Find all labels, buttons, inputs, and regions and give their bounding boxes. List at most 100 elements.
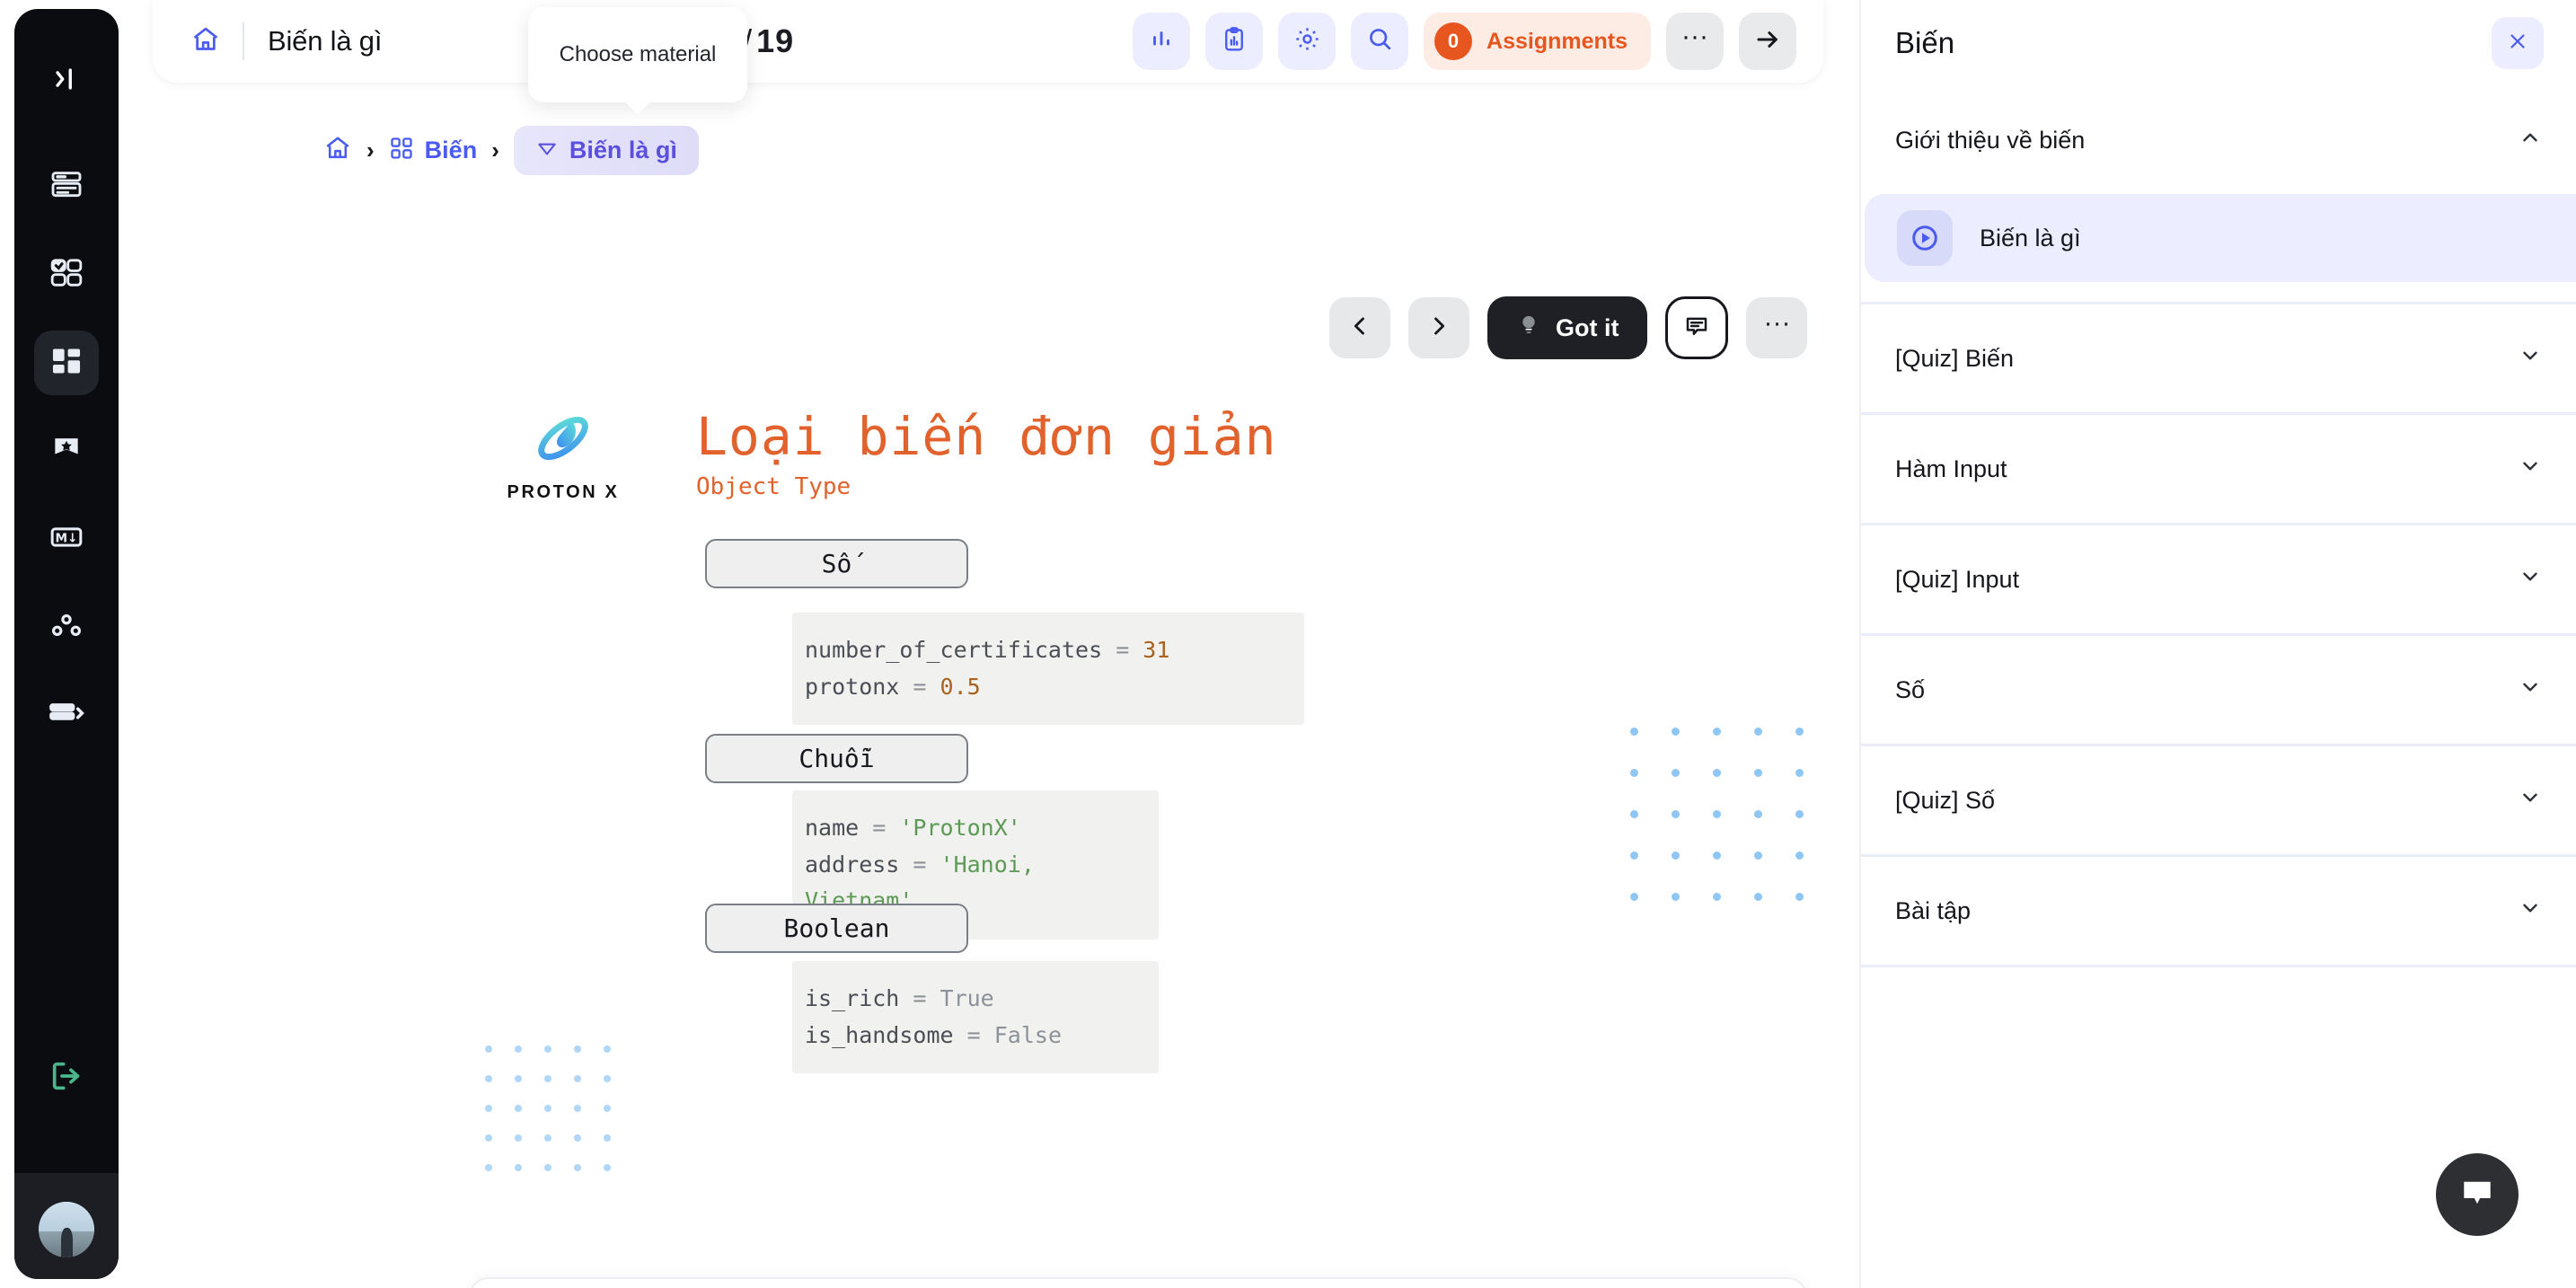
settings-button[interactable] (1278, 13, 1337, 70)
breadcrumb-separator-2: › (491, 137, 499, 163)
next-slide-button[interactable] (1408, 297, 1469, 358)
outline-section-label: Bài tập (1895, 896, 1972, 924)
breadcrumb-item-bien-la-gi[interactable]: Biến là gì (513, 126, 699, 175)
outline-section-ham-input: Hàm Input (1861, 415, 2576, 525)
chevron-right-icon (1426, 313, 1451, 343)
left-sidebar: M↓ (14, 9, 119, 1279)
close-panel-button[interactable] (2492, 17, 2544, 69)
panel-header: Biến (1861, 0, 2576, 86)
top-tools: 0 Assignments ··· (1133, 13, 1796, 70)
outline-section-quiz-so: [Quiz] Số (1861, 746, 2576, 857)
breadcrumb-item-bien[interactable]: Biến (389, 136, 478, 165)
assignments-button[interactable]: 0 Assignments (1424, 13, 1651, 70)
prev-slide-button[interactable] (1329, 297, 1390, 358)
chevron-down-icon (2519, 675, 2542, 704)
assignments-label: Assignments (1486, 28, 1628, 54)
checkbox-grid-icon (49, 255, 84, 296)
chevron-up-icon (2519, 126, 2542, 154)
grid-icon (389, 136, 414, 165)
code-line: is_handsome = False (805, 1021, 1062, 1048)
type-label-chuoi: Chuỗi (705, 734, 968, 783)
avatar[interactable] (39, 1202, 94, 1257)
chevron-down-icon (2519, 454, 2542, 483)
comment-button[interactable] (1665, 296, 1729, 359)
more-options-button[interactable]: ··· (1666, 13, 1724, 70)
search-button[interactable] (1351, 13, 1409, 70)
statistics-button[interactable] (1133, 13, 1191, 70)
chat-support-button[interactable] (2436, 1153, 2519, 1236)
outline-section-quiz-bien: [Quiz] Biến (1861, 304, 2576, 415)
arrow-right-icon (1753, 25, 1782, 58)
divider (243, 22, 244, 60)
lightbulb-icon (1516, 313, 1541, 344)
panel-title: Biến (1895, 26, 1955, 59)
page-title: Biến là gì (268, 25, 383, 57)
sidebar-item-list-more[interactable] (34, 683, 99, 747)
brand-name: PROTON X (507, 482, 620, 502)
chevron-down-icon (2519, 896, 2542, 925)
outline-section-header[interactable]: [Quiz] Input (1861, 525, 2576, 633)
code-line: name = 'ProtonX' (805, 815, 1021, 841)
triangle-icon (535, 137, 559, 164)
outline-section-label: Số (1895, 675, 1926, 703)
outline-section-so: Số (1861, 636, 2576, 746)
code-line: protonx = 0.5 (805, 673, 981, 700)
collapse-panel-icon[interactable] (43, 56, 90, 102)
sidebar-item-markdown[interactable]: M↓ (34, 507, 99, 571)
home-button[interactable] (181, 17, 230, 66)
code-line: is_rich = True (805, 985, 994, 1011)
assignments-count-badge: 0 (1434, 22, 1473, 60)
search-icon (1366, 25, 1394, 57)
report-button[interactable] (1205, 13, 1264, 70)
outline-section-label: Hàm Input (1895, 454, 2007, 482)
protonx-logo (530, 416, 596, 474)
logout-icon (49, 1058, 84, 1098)
decorative-dots-top-right (1630, 728, 1804, 901)
slide-title: Loại biến đơn giản (696, 406, 1277, 467)
outline-section-header[interactable]: Số (1861, 636, 2576, 744)
outline-section-gioi-thieu: Giới thiệu về biến Biến là gì (1861, 86, 2576, 304)
sidebar-item-tasks[interactable] (34, 243, 99, 307)
slide-subtitle: Object Type (696, 473, 851, 500)
breadcrumb: › Biến › Biến là gì (153, 83, 1859, 175)
sidebar-item-network[interactable] (34, 595, 99, 659)
sidebar-item-bookmarks[interactable] (34, 419, 99, 483)
outline-section-header[interactable]: Giới thiệu về biến (1861, 86, 2576, 194)
outline-section-header[interactable]: [Quiz] Biến (1861, 304, 2576, 412)
tooltip-text: Choose material (559, 42, 717, 66)
outline-section-bai-tap: Bài tập (1861, 857, 2576, 967)
outline-section-header[interactable]: Bài tập (1861, 857, 2576, 965)
choose-material-tooltip: Choose material (528, 7, 747, 102)
breadcrumb-label-active: Biến là gì (569, 137, 677, 163)
bar-chart-icon (1148, 26, 1175, 57)
code-block-so: number_of_certificates = 31 protonx = 0.… (792, 613, 1304, 725)
outline-item-bien-la-gi[interactable]: Biến là gì (1865, 194, 2576, 282)
next-button[interactable] (1739, 13, 1796, 70)
outline-section-header[interactable]: Hàm Input (1861, 415, 2576, 523)
outline-section-header[interactable]: [Quiz] Số (1861, 746, 2576, 854)
sidebar-item-dashboard[interactable] (34, 331, 99, 395)
outline-section-label: [Quiz] Số (1895, 786, 1996, 814)
type-label-boolean: Boolean (705, 904, 968, 953)
got-it-button[interactable]: Got it (1487, 296, 1648, 359)
breadcrumb-home-icon[interactable] (323, 134, 352, 167)
got-it-label: Got it (1556, 313, 1619, 341)
course-outline-panel: Biến Giới thiệu về biến Biến là gì [Quiz… (1859, 0, 2576, 1288)
outline-section-label: [Quiz] Biến (1895, 344, 2015, 372)
bookmark-icon (49, 432, 84, 471)
code-block-boolean: is_rich = True is_handsome = False (792, 961, 1159, 1073)
chevron-down-icon (2519, 565, 2542, 594)
gear-icon (1293, 25, 1321, 57)
counter-total: 19 (756, 22, 795, 59)
sidebar-item-feed[interactable] (34, 154, 99, 219)
close-icon (2506, 30, 2529, 57)
comment-icon (1683, 313, 1710, 344)
breadcrumb-label: Biến (424, 137, 478, 163)
play-circle-icon (1897, 210, 1953, 266)
logout-button[interactable] (34, 1045, 99, 1110)
slide-more-button[interactable]: ··· (1746, 297, 1808, 358)
slide-toolbar: Got it ··· (1329, 296, 1808, 359)
chevron-down-icon (2519, 786, 2542, 815)
home-icon (190, 24, 221, 59)
code-line: number_of_certificates = 31 (805, 637, 1170, 663)
